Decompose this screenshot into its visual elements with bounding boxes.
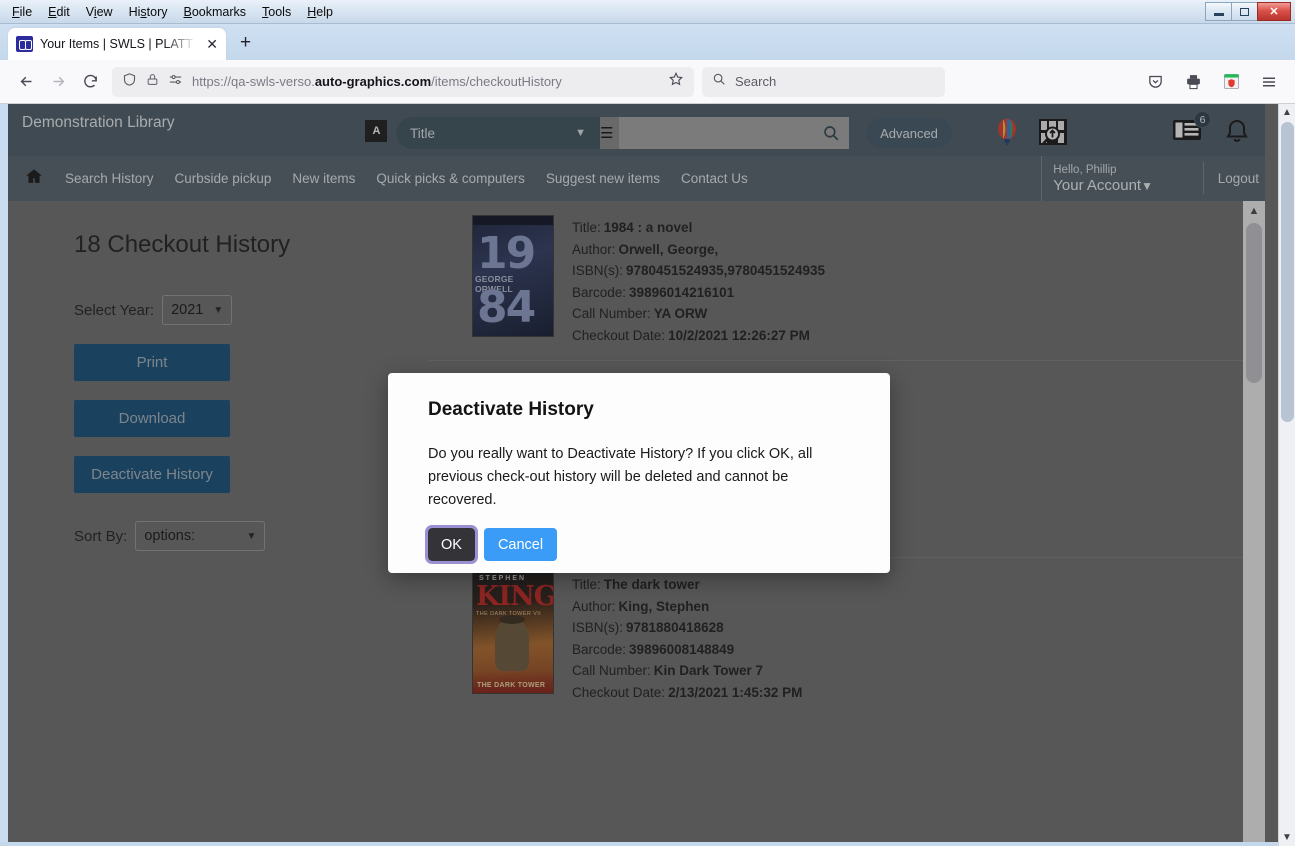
url-bar[interactable]: https://qa-swls-verso.auto-graphics.com/… <box>112 66 694 97</box>
menu-edit[interactable]: Edit <box>40 2 78 22</box>
print-icon[interactable] <box>1177 66 1209 98</box>
bookmark-star-icon[interactable] <box>668 71 684 92</box>
extension-icon[interactable] <box>1215 66 1247 98</box>
menu-tools[interactable]: Tools <box>254 2 299 22</box>
dialog-buttons: OK Cancel <box>425 525 850 564</box>
restore-button[interactable] <box>1231 2 1258 21</box>
scroll-down-icon[interactable]: ▼ <box>1282 832 1292 843</box>
browser-scrollbar[interactable]: ▲ ▼ <box>1278 104 1295 846</box>
page-viewport: Demonstration Library A Title ▼ ☰ Advanc… <box>8 104 1287 842</box>
tab-title: Your Items | SWLS | PLATT | Auto <box>40 37 200 51</box>
dialog-message: Do you really want to Deactivate History… <box>428 446 813 508</box>
reload-icon[interactable] <box>74 66 106 98</box>
favicon-icon <box>16 36 33 52</box>
new-tab-button[interactable]: + <box>240 33 251 52</box>
browser-tab[interactable]: Your Items | SWLS | PLATT | Auto ✕ <box>8 28 226 60</box>
toolbar-right-icons <box>1139 66 1285 98</box>
cancel-button[interactable]: Cancel <box>483 528 558 561</box>
menu-bookmarks[interactable]: Bookmarks <box>176 2 255 22</box>
url-text: https://qa-swls-verso.auto-graphics.com/… <box>192 74 562 89</box>
browser-search-placeholder: Search <box>735 74 777 89</box>
forward-icon[interactable] <box>42 66 74 98</box>
window-controls: ✕ <box>1205 2 1291 21</box>
menu-bar: File Edit View History Bookmarks Tools H… <box>4 2 341 22</box>
scroll-up-icon[interactable]: ▲ <box>1282 107 1292 118</box>
browser-search-bar[interactable]: Search <box>702 66 945 97</box>
search-icon <box>712 72 726 91</box>
browser-window: File Edit View History Bookmarks Tools H… <box>0 0 1295 846</box>
menu-history[interactable]: History <box>121 2 176 22</box>
dialog-title: Deactivate History <box>428 399 594 420</box>
window-title-bar: File Edit View History Bookmarks Tools H… <box>0 0 1295 24</box>
lock-icon[interactable] <box>146 72 159 92</box>
deactivate-history-dialog: Deactivate History Do you really want to… <box>388 373 890 573</box>
ok-button[interactable]: OK <box>425 525 478 564</box>
tab-strip: Your Items | SWLS | PLATT | Auto ✕ + <box>0 24 1295 60</box>
menu-view[interactable]: View <box>78 2 121 22</box>
app-menu-icon[interactable] <box>1253 66 1285 98</box>
pocket-icon[interactable] <box>1139 66 1171 98</box>
menu-help[interactable]: Help <box>299 2 341 22</box>
window-left-edge <box>0 104 8 846</box>
scrollbar-thumb[interactable] <box>1281 122 1294 422</box>
browser-toolbar: https://qa-swls-verso.auto-graphics.com/… <box>0 60 1295 104</box>
tab-close-icon[interactable]: ✕ <box>206 37 218 51</box>
minimize-button[interactable] <box>1205 2 1232 21</box>
shield-icon[interactable] <box>122 72 137 92</box>
permissions-icon[interactable] <box>168 72 183 92</box>
menu-file[interactable]: File <box>4 2 40 22</box>
window-bottom-edge <box>0 842 1295 846</box>
back-icon[interactable] <box>10 66 42 98</box>
close-button[interactable]: ✕ <box>1257 2 1291 21</box>
